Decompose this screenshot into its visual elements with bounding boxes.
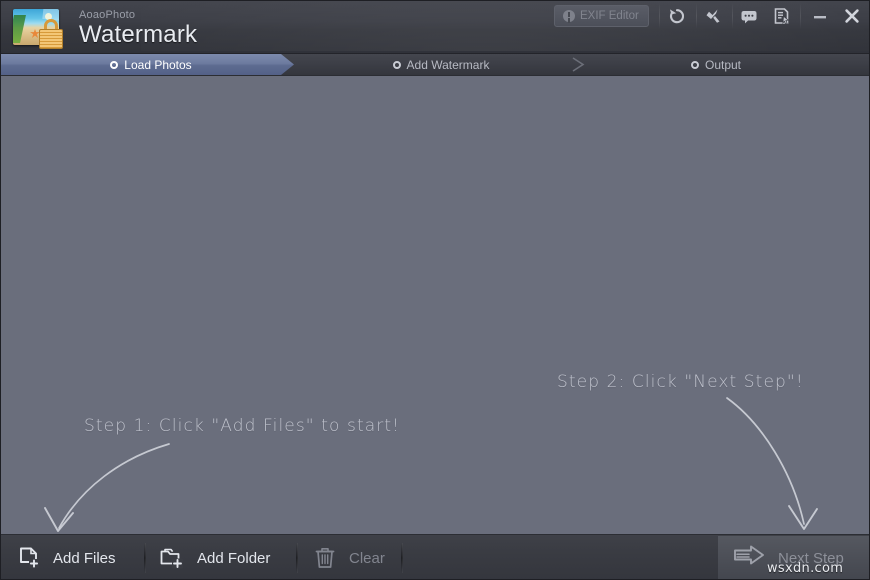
- hint-step-1: Step 1: Click "Add Files" to start!: [84, 416, 401, 436]
- photo-list-area[interactable]: Step 1: Click "Add Files" to start! Step…: [1, 76, 869, 534]
- tab-add-watermark-label: Add Watermark: [406, 57, 490, 72]
- tab-add-watermark[interactable]: Add Watermark: [341, 54, 541, 75]
- tab-load-photos-label: Load Photos: [124, 57, 192, 72]
- restore-icon[interactable]: [662, 5, 692, 27]
- document-cursor-icon[interactable]: [767, 5, 797, 27]
- toolbar-divider-1: [144, 543, 146, 573]
- brand-title: Watermark: [79, 21, 198, 48]
- tab-load-photos[interactable]: Load Photos: [61, 54, 241, 75]
- minimize-button[interactable]: [807, 5, 833, 27]
- logo-palm: [13, 15, 26, 43]
- clear-button[interactable]: Clear: [311, 535, 385, 579]
- tab-bullet-icon: [110, 60, 119, 69]
- hint-step-2: Step 2: Click "Next Step"!: [557, 372, 804, 392]
- wrench-icon[interactable]: [698, 5, 728, 27]
- title-bar: AoaoPhoto Watermark EXIF Editor: [1, 1, 869, 54]
- tab-bullet-icon: [392, 60, 401, 69]
- tab-output[interactable]: Output: [641, 54, 791, 75]
- brand-subtitle: AoaoPhoto: [79, 9, 136, 21]
- add-folder-button[interactable]: Add Folder: [159, 535, 271, 579]
- close-button[interactable]: [839, 5, 865, 27]
- file-add-icon: [15, 545, 43, 571]
- header-divider-2: [696, 3, 697, 29]
- folder-add-icon: [159, 545, 187, 571]
- add-folder-label: Add Folder: [197, 549, 271, 567]
- header-divider-4: [800, 3, 801, 29]
- step-tab-bar: Load Photos Add Watermark Output: [1, 54, 869, 76]
- application-window: AoaoPhoto Watermark EXIF Editor Load Pho…: [0, 0, 870, 580]
- add-files-button[interactable]: Add Files: [15, 535, 116, 579]
- add-files-label: Add Files: [53, 549, 116, 567]
- brand: AoaoPhoto Watermark: [79, 9, 197, 48]
- tab-chevron-icon: [572, 57, 585, 72]
- exclamation-circle-icon: [563, 10, 575, 22]
- tab-output-label: Output: [704, 57, 742, 72]
- lock-icon: [39, 19, 63, 49]
- clear-label: Clear: [349, 549, 385, 567]
- arrow-right-icon: [732, 544, 768, 573]
- toolbar-divider-3: [401, 543, 403, 573]
- tab-bullet-icon: [690, 60, 699, 69]
- exif-editor-label: EXIF Editor: [580, 10, 639, 22]
- toolbar-divider-2: [296, 543, 298, 573]
- trash-icon: [311, 545, 339, 571]
- exif-editor-button[interactable]: EXIF Editor: [554, 5, 649, 27]
- app-logo: [9, 7, 71, 50]
- hint-arrows: [44, 397, 818, 532]
- site-watermark: wsxdn.com: [767, 561, 844, 576]
- bottom-toolbar: Add Files Add Folder Clear Next Step: [1, 534, 869, 579]
- chat-bubble-icon[interactable]: [734, 5, 764, 27]
- header-divider-1: [659, 3, 660, 29]
- lock-body: [39, 29, 63, 49]
- header-divider-3: [732, 3, 733, 29]
